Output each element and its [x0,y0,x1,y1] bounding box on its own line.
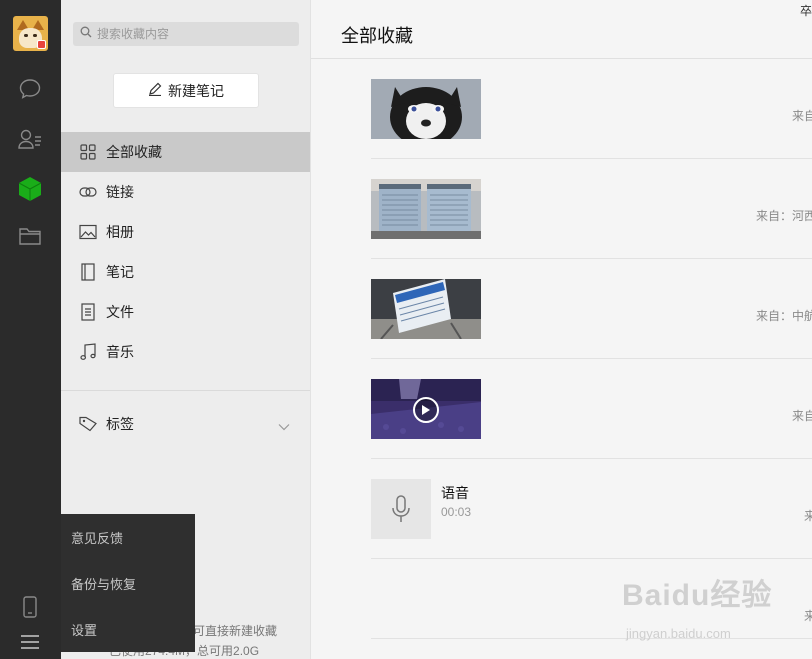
folder-icon[interactable] [16,222,44,250]
notice-board-thumbnail [371,179,481,239]
watermark-text: Baidu经验 [622,579,773,612]
microphone-icon [371,479,431,539]
nav-label: 相册 [106,224,134,240]
settings-popup-menu: 意见反馈 备份与恢复 设置 [61,514,195,652]
source-label: 来自：河西 [755,209,812,223]
source-label: 来 [803,509,812,523]
voice-title: 语音 [441,485,469,501]
phone-icon[interactable] [16,593,44,621]
watermark-url: jingyan.baidu.com [626,626,731,641]
file-icon [79,303,97,321]
category-nav: 全部收藏 链接 相册 笔记 文件 音乐 [61,132,310,372]
dog-photo-thumbnail [371,79,481,139]
nav-item-links[interactable]: 链接 [61,172,310,212]
nav-label: 全部收藏 [106,144,162,160]
source-label: 来自 [791,409,812,423]
music-icon [79,343,97,361]
search-box[interactable] [73,22,299,46]
notebook-icon [79,263,97,281]
play-icon[interactable] [413,397,439,423]
tags-section[interactable]: 标签 [61,404,310,444]
contacts-icon[interactable] [16,125,44,153]
source-label: 来自：中航 [755,309,812,323]
image-icon [79,223,97,241]
nav-item-files[interactable]: 文件 [61,292,310,332]
tags-label: 标签 [106,416,134,432]
list-item[interactable]: 来自：中航 [371,259,812,359]
list-item[interactable]: 来自 [371,59,812,159]
menu-item-backup[interactable]: 备份与恢复 [61,560,195,606]
source-label: 来 [803,609,812,623]
nav-label: 音乐 [106,344,134,360]
nav-item-all[interactable]: 全部收藏 [61,132,310,172]
menu-icon[interactable] [16,628,44,656]
divider [61,390,310,391]
page-title: 全部收藏 [341,26,413,46]
new-note-label: 新建笔记 [168,82,224,99]
nav-item-notes[interactable]: 笔记 [61,252,310,292]
new-note-button[interactable]: 新建笔记 [113,73,259,108]
list-item[interactable]: 语音 00:03 来 [371,459,812,559]
chat-icon[interactable] [16,75,44,103]
source-label: 来自 [791,109,812,123]
search-icon [80,25,92,43]
voice-duration: 00:03 [441,505,472,519]
menu-item-settings[interactable]: 设置 [61,606,195,652]
corner-text: 卒 [799,4,812,18]
list-item[interactable]: 来自 [371,359,812,459]
nav-label: 笔记 [106,264,134,280]
video-thumbnail [371,379,481,439]
nav-item-album[interactable]: 相册 [61,212,310,252]
favorites-list-pane: 全部收藏 卒 来自 来自：河西 来自：中航 来自 语音 00:03 来 来 [311,0,812,659]
nav-label: 文件 [106,304,134,320]
menu-item-feedback[interactable]: 意见反馈 [61,514,195,560]
list-item[interactable]: 来自：河西 [371,159,812,259]
tag-icon [79,415,97,433]
avatar[interactable] [13,16,48,51]
nav-item-music[interactable]: 音乐 [61,332,310,372]
favorites-window: 新建笔记 全部收藏 链接 相册 [0,0,812,659]
baidu-watermark: Baidu经验 jingyan.baidu.com [622,570,772,641]
pen-icon [148,82,162,99]
link-icon [79,183,97,201]
chevron-down-icon[interactable] [278,418,290,434]
search-input[interactable] [97,27,287,41]
sign-photo-thumbnail [371,279,481,339]
grid-icon [79,143,97,161]
left-rail [0,0,61,659]
nav-label: 链接 [106,184,134,200]
favorites-cube-icon[interactable] [16,175,44,203]
